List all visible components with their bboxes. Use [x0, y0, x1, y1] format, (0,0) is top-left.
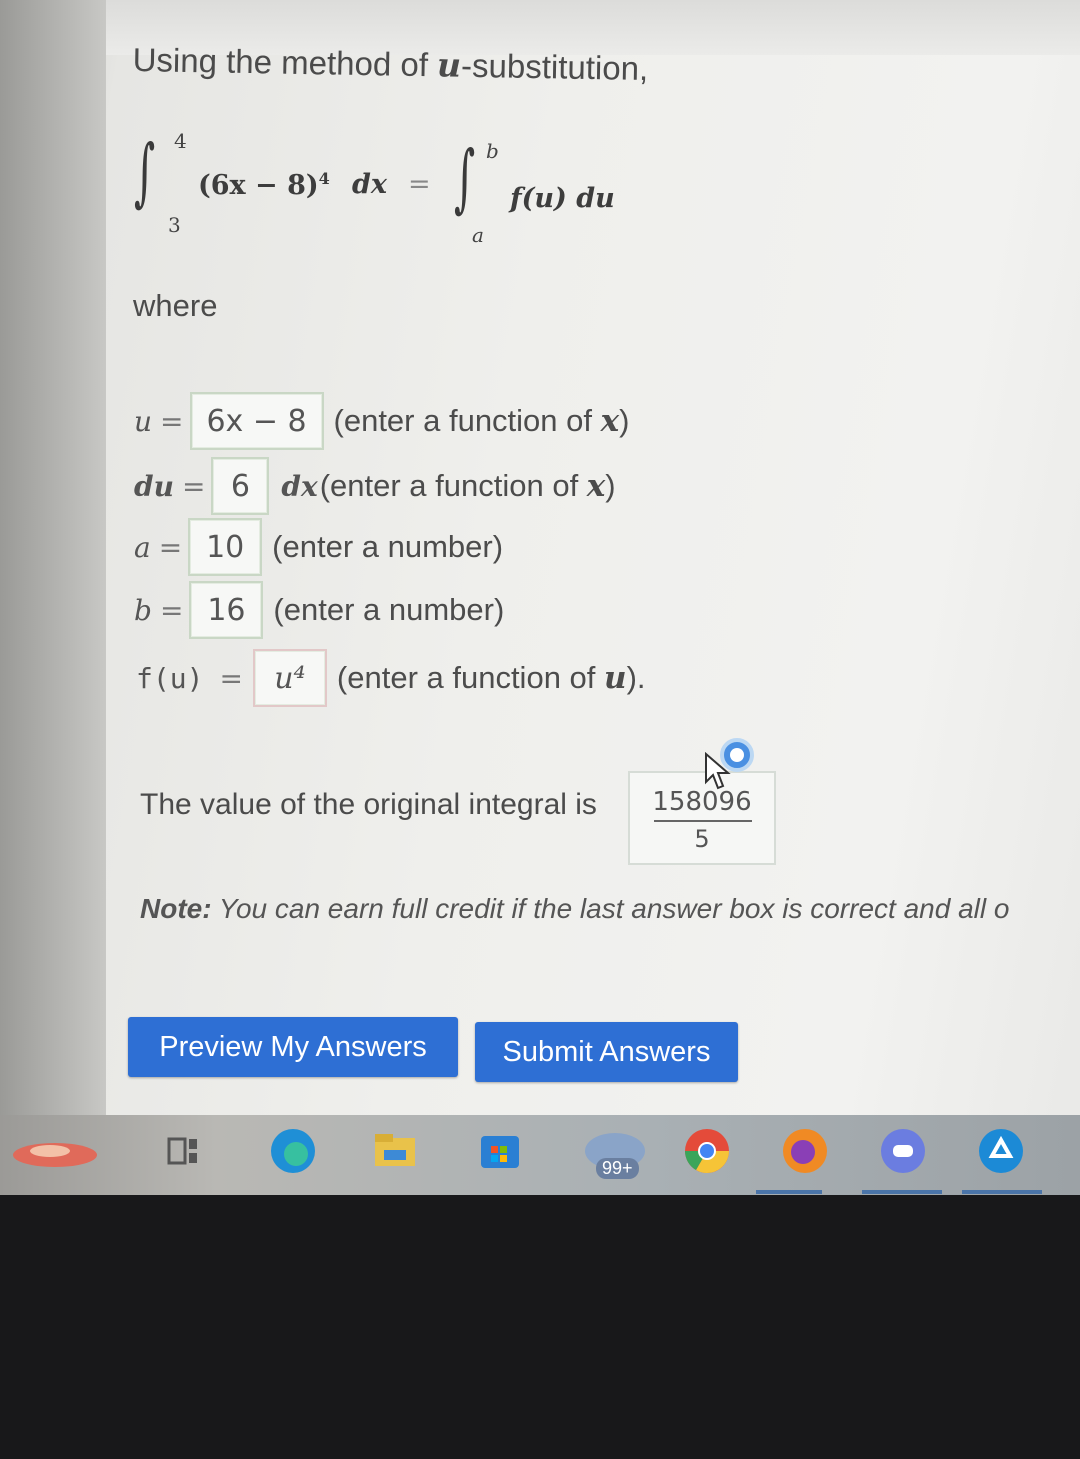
monitor-bezel — [0, 1195, 1080, 1459]
integral-sign-left: ∫ — [134, 129, 156, 215]
active-app-indicator — [962, 1190, 1042, 1194]
equals-sign: = — [408, 169, 431, 200]
right-lower-limit: a — [472, 223, 484, 247]
equals-sign: = — [181, 469, 206, 503]
integral-sign-right: ∫ — [454, 135, 476, 221]
u-label: u — [134, 404, 153, 438]
mouse-cursor-icon — [705, 752, 731, 790]
fraction-denominator: 5 — [694, 825, 710, 853]
browser-viewport: Using the method of u-substitution, ∫ 4 … — [0, 0, 1080, 1195]
b-answer-input[interactable]: 16 — [189, 581, 264, 639]
microsoft-store-icon[interactable] — [475, 1126, 525, 1176]
b-hint: (enter a number) — [273, 592, 505, 627]
dx-label: dx — [281, 469, 318, 503]
dx-term: dx — [352, 169, 387, 200]
weather-widget-icon[interactable] — [10, 1128, 100, 1178]
fu-hint: (enter a function of u). — [336, 660, 646, 696]
chrome-icon[interactable] — [682, 1126, 732, 1176]
u-hint: (enter a function of x) — [333, 403, 630, 439]
file-explorer-icon[interactable] — [370, 1126, 420, 1176]
u-answer-input[interactable]: 6x − 8 — [189, 392, 324, 450]
final-answer-input[interactable]: 158096 5 — [628, 771, 776, 865]
u-row: u = 6x − 8 (enter a function of x) — [134, 391, 629, 451]
active-app-indicator — [756, 1190, 822, 1194]
fu-row: f(u) = u⁴ (enter a function of u). — [136, 648, 646, 708]
right-upper-limit: b — [486, 139, 499, 163]
mail-badge: 99+ — [596, 1158, 639, 1179]
where-label: where — [133, 288, 218, 323]
task-view-icon[interactable] — [158, 1126, 208, 1176]
b-row: b = 16 (enter a number) — [134, 580, 504, 640]
a-hint: (enter a number) — [272, 529, 504, 564]
problem-content: Using the method of u-substitution, ∫ 4 … — [0, 0, 1080, 1120]
left-lower-limit: 3 — [168, 213, 181, 237]
result-label: The value of the original integral is — [140, 788, 597, 821]
active-app-indicator — [862, 1190, 942, 1194]
fraction-numerator: 158096 — [652, 787, 752, 817]
app-icon[interactable] — [976, 1126, 1026, 1176]
equals-sign: = — [159, 593, 184, 627]
equals-sign: = — [158, 530, 183, 564]
a-answer-input[interactable]: 10 — [188, 518, 263, 576]
du-answer-input[interactable]: 6 — [211, 457, 270, 515]
a-label: a — [134, 530, 151, 564]
edge-browser-icon[interactable] — [268, 1126, 318, 1176]
fu-answer-input[interactable]: u⁴ — [252, 649, 327, 707]
equals-sign: = — [219, 661, 243, 695]
integrand: (6x − 8)4 — [198, 169, 330, 201]
submit-answers-button[interactable]: Submit Answers — [475, 1022, 738, 1082]
integral-formula: ∫ 4 3 (6x − 8)4 dx = ∫ b a f(u) du — [134, 125, 654, 255]
fraction-bar — [654, 820, 752, 822]
du-label: du — [134, 469, 174, 503]
note-text: Note: You can earn full credit if the la… — [140, 893, 1010, 924]
left-upper-limit: 4 — [174, 129, 187, 153]
firefox-icon[interactable] — [780, 1126, 830, 1176]
du-hint: (enter a function of x) — [319, 468, 616, 504]
a-row: a = 10 (enter a number) — [134, 517, 503, 577]
du-row: du = 6 dx (enter a function of x) — [134, 456, 616, 516]
right-integrand: f(u) du — [510, 183, 615, 214]
problem-intro: Using the method of u-substitution, — [132, 40, 649, 87]
equals-sign: = — [160, 404, 184, 438]
b-label: b — [134, 593, 152, 627]
preview-answers-button[interactable]: Preview My Answers — [128, 1017, 458, 1077]
fu-label: f(u) — [136, 661, 204, 695]
discord-icon[interactable] — [878, 1126, 928, 1176]
